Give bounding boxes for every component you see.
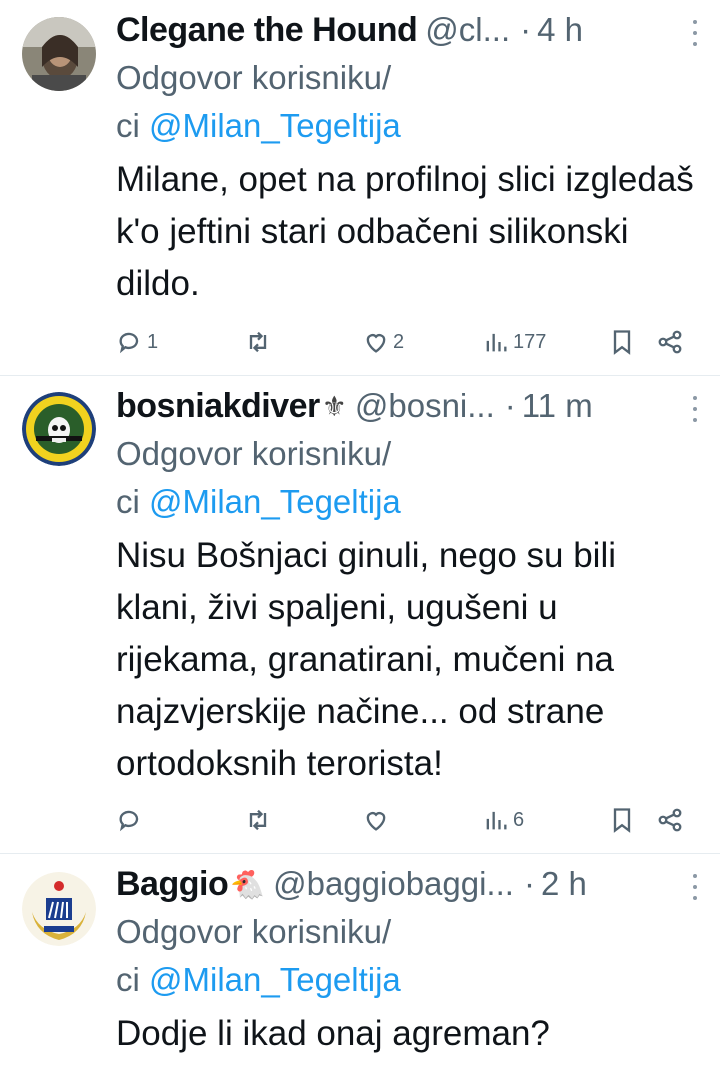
more-icon[interactable] bbox=[690, 20, 700, 46]
separator-dot: · bbox=[523, 865, 535, 902]
views-button[interactable]: 177 bbox=[482, 328, 546, 356]
tweet-text: Nisu Bošnjaci ginuli, nego su bili klani… bbox=[116, 536, 616, 783]
share-button[interactable] bbox=[656, 328, 684, 356]
tweet-header: Baggio 🐔 @baggiobaggi... · 2 h bbox=[116, 862, 700, 906]
like-count: 2 bbox=[393, 330, 405, 353]
like-button[interactable] bbox=[362, 806, 390, 834]
avatar[interactable] bbox=[22, 17, 96, 91]
tweet-actions: 1 2 177 bbox=[116, 322, 700, 362]
tweet-header: Clegane the Hound @cl... · 4 h bbox=[116, 8, 700, 52]
views-button[interactable]: 6 bbox=[482, 806, 524, 834]
tweet-header: bosniakdiver ⚜ @bosni... · 11 m bbox=[116, 384, 700, 428]
retweet-icon bbox=[249, 809, 267, 831]
reply-context: Odgovor korisniku/ ci @Milan_Tegeltija bbox=[116, 908, 700, 1004]
reply-button[interactable] bbox=[116, 806, 144, 834]
timestamp[interactable]: 2 h bbox=[541, 865, 587, 903]
tweet[interactable]: Baggio 🐔 @baggiobaggi... · 2 h Odgovor k… bbox=[0, 854, 720, 1068]
reply-label: Odgovor korisniku/ bbox=[116, 435, 392, 472]
tweet-feed: Clegane the Hound @cl... · 4 h Odgovor k… bbox=[0, 0, 720, 1068]
views-count: 177 bbox=[513, 330, 547, 353]
reply-context: Odgovor korisniku/ ci @Milan_Tegeltija bbox=[116, 54, 700, 150]
reply-context: Odgovor korisniku/ ci @Milan_Tegeltija bbox=[116, 430, 700, 526]
more-icon[interactable] bbox=[690, 874, 700, 900]
reply-mention[interactable]: @Milan_Tegeltija bbox=[149, 107, 401, 144]
user-handle[interactable]: @bosni... bbox=[355, 387, 495, 425]
tweet[interactable]: bosniakdiver ⚜ @bosni... · 11 m Odgovor … bbox=[0, 376, 720, 854]
reply-label: Odgovor korisniku/ bbox=[116, 59, 392, 96]
user-handle[interactable]: @cl... bbox=[425, 11, 510, 49]
reply-icon bbox=[119, 810, 139, 832]
bookmark-icon bbox=[613, 808, 631, 833]
separator-dot: · bbox=[504, 387, 516, 424]
reply-label-cont: ci bbox=[116, 483, 149, 520]
reply-label-cont: ci bbox=[116, 961, 149, 998]
reply-button[interactable]: 1 bbox=[116, 328, 158, 356]
tweet[interactable]: Clegane the Hound @cl... · 4 h Odgovor k… bbox=[0, 0, 720, 376]
tweet-actions: 6 bbox=[116, 800, 700, 840]
like-icon bbox=[366, 334, 386, 353]
reply-mention[interactable]: @Milan_Tegeltija bbox=[149, 961, 401, 998]
reply-icon bbox=[119, 332, 139, 354]
views-icon bbox=[486, 811, 507, 830]
like-icon bbox=[366, 812, 386, 831]
fleur-de-lis-icon: ⚜ bbox=[321, 390, 347, 422]
share-button[interactable] bbox=[656, 806, 684, 834]
more-icon[interactable] bbox=[690, 396, 700, 422]
retweet-button[interactable] bbox=[244, 328, 272, 356]
avatar[interactable] bbox=[22, 392, 96, 466]
display-name[interactable]: bosniakdiver bbox=[116, 387, 320, 426]
share-icon bbox=[658, 330, 682, 354]
reply-mention[interactable]: @Milan_Tegeltija bbox=[149, 483, 401, 520]
rooster-icon: 🐔 bbox=[230, 868, 266, 900]
display-name[interactable]: Baggio bbox=[116, 865, 229, 904]
tweet-text: Milane, opet na profilnoj slici izgledaš… bbox=[116, 160, 694, 303]
retweet-icon bbox=[249, 331, 267, 353]
views-icon bbox=[486, 333, 507, 352]
bookmark-button[interactable] bbox=[608, 328, 636, 356]
retweet-button[interactable] bbox=[244, 806, 272, 834]
user-handle[interactable]: @baggiobaggi... bbox=[273, 865, 514, 903]
display-name[interactable]: Clegane the Hound bbox=[116, 11, 418, 50]
tweet-text: Dodje li ikad onaj agreman? bbox=[116, 1014, 550, 1053]
share-icon bbox=[658, 808, 682, 832]
like-button[interactable]: 2 bbox=[362, 328, 404, 356]
timestamp[interactable]: 4 h bbox=[537, 11, 583, 49]
timestamp[interactable]: 11 m bbox=[522, 387, 593, 425]
bookmark-button[interactable] bbox=[608, 806, 636, 834]
bookmark-icon bbox=[613, 330, 631, 355]
separator-dot: · bbox=[520, 11, 532, 48]
reply-label-cont: ci bbox=[116, 107, 149, 144]
reply-label: Odgovor korisniku/ bbox=[116, 913, 392, 950]
avatar[interactable] bbox=[22, 872, 96, 946]
views-count: 6 bbox=[513, 808, 525, 831]
reply-count: 1 bbox=[147, 330, 159, 353]
